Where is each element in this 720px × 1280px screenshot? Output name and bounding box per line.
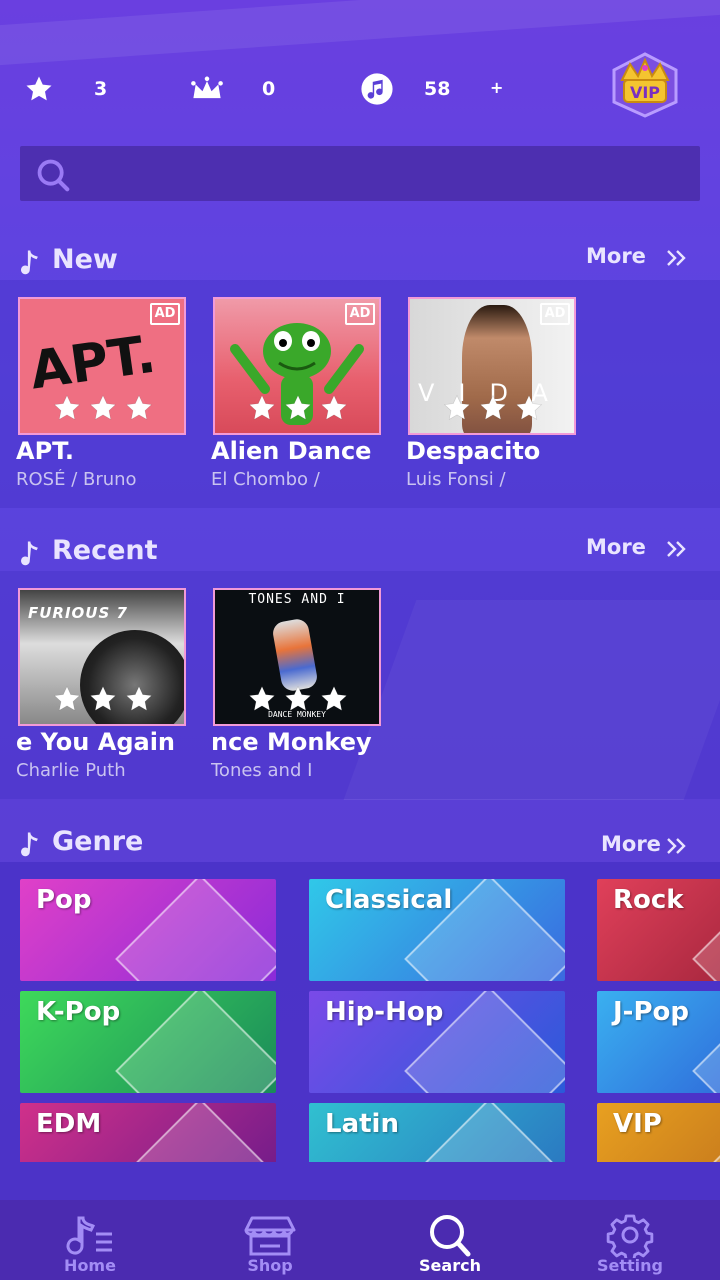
genre-label: Hip-Hop <box>325 997 444 1027</box>
genre-label: J-Pop <box>613 997 689 1027</box>
tab-search-label: Search <box>419 1256 481 1275</box>
genre-tile-vip[interactable]: VIP <box>597 1103 720 1162</box>
gear-icon <box>606 1214 654 1258</box>
shop-icon <box>244 1216 296 1256</box>
genre-tile-j-pop[interactable]: J-Pop <box>597 991 720 1093</box>
genre-tile-edm[interactable]: EDM <box>20 1103 276 1162</box>
tab-shop[interactable]: Shop <box>180 1200 360 1280</box>
tab-home-label: Home <box>64 1256 116 1275</box>
genre-art <box>115 1103 276 1162</box>
genre-art <box>692 991 720 1093</box>
genre-art <box>692 1103 720 1162</box>
genre-tile-rock[interactable]: Rock <box>597 879 720 981</box>
tab-search[interactable]: Search <box>360 1200 540 1280</box>
genre-art <box>692 879 720 981</box>
bottom-tab-bar: Home Shop Search Setting <box>0 1200 720 1280</box>
genre-label: VIP <box>613 1109 662 1139</box>
genre-tile-hip-hop[interactable]: Hip-Hop <box>309 991 565 1093</box>
music-list-icon <box>66 1216 112 1255</box>
tab-setting-label: Setting <box>597 1256 663 1275</box>
genre-label: Pop <box>36 885 92 915</box>
genre-tile-pop[interactable]: Pop <box>20 879 276 981</box>
genre-tile-k-pop[interactable]: K-Pop <box>20 991 276 1093</box>
genre-art <box>115 991 276 1093</box>
genre-label: Rock <box>613 885 684 915</box>
tab-home[interactable]: Home <box>0 1200 180 1280</box>
tab-shop-label: Shop <box>247 1256 293 1275</box>
genre-tile-classical[interactable]: Classical <box>309 879 565 981</box>
genre-label: EDM <box>36 1109 102 1139</box>
genre-label: Classical <box>325 885 453 915</box>
search-icon <box>430 1215 471 1257</box>
genre-tile-latin[interactable]: Latin <box>309 1103 565 1162</box>
genre-label: K-Pop <box>36 997 121 1027</box>
genre-art <box>115 879 276 981</box>
genre-label: Latin <box>325 1109 399 1139</box>
genre-art <box>404 1103 565 1162</box>
tab-setting[interactable]: Setting <box>540 1200 720 1280</box>
